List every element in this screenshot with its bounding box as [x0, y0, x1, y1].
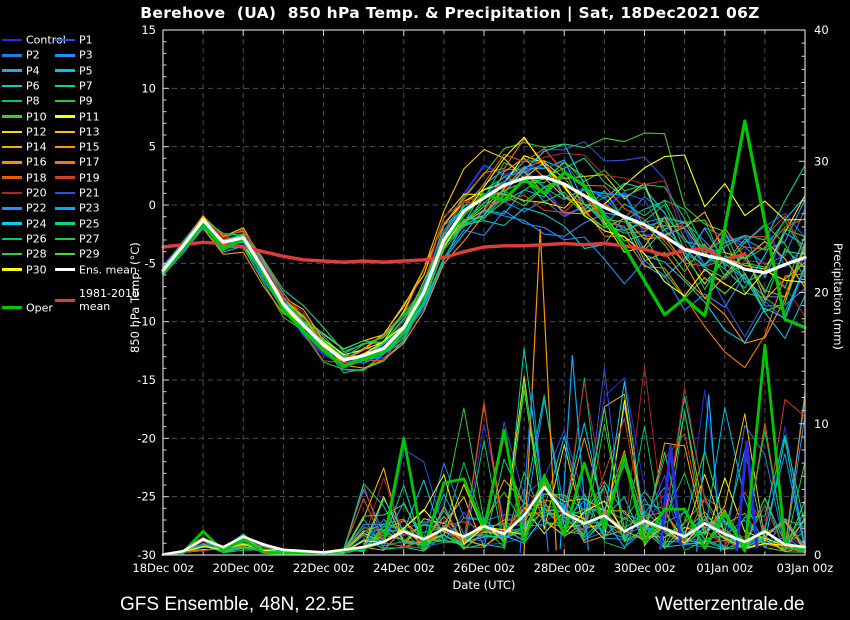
footer-brand: Wetterzentrale.de	[655, 594, 805, 616]
y-left-tick-label: 0	[149, 198, 156, 212]
y-left-tick-label: -20	[137, 431, 156, 445]
x-axis-label: Date (UTC)	[404, 578, 564, 592]
y-right-tick-label: 10	[814, 417, 829, 431]
y-left-tick-label: -30	[137, 548, 156, 562]
y-left-tick-label: -5	[145, 256, 156, 270]
y-left-tick-label: 10	[141, 81, 156, 95]
y-left-tick-label: -25	[137, 490, 156, 504]
footer-model-location: GFS Ensemble, 48N, 22.5E	[120, 594, 354, 616]
y-left-tick-label: 15	[141, 23, 156, 37]
x-tick-label: 18Dec 00z	[132, 561, 193, 575]
y-right-tick-label: 40	[814, 23, 829, 37]
x-tick-label: 22Dec 00z	[293, 561, 354, 575]
y-left-tick-label: 5	[149, 140, 156, 154]
meteogram-page: Berehove (UA) 850 hPa Temp. & Precipitat…	[0, 0, 850, 620]
y-right-tick-label: 20	[814, 286, 829, 300]
y-right-axis-title: Precipitation (mm)	[831, 243, 845, 350]
x-tick-label: 28Dec 00z	[534, 561, 595, 575]
x-tick-label: 26Dec 00z	[453, 561, 514, 575]
x-tick-label: 24Dec 00z	[373, 561, 434, 575]
y-left-axis-title: 850 hPa Temp. (°C)	[128, 242, 142, 353]
y-right-tick-label: 0	[814, 548, 821, 562]
y-left-tick-label: -15	[137, 373, 156, 387]
x-tick-label: 30Dec 00z	[614, 561, 675, 575]
x-tick-label: 01Jan 00z	[696, 561, 753, 575]
x-tick-label: 20Dec 00z	[213, 561, 274, 575]
x-tick-label: 03Jan 00z	[777, 561, 834, 575]
y-right-tick-label: 30	[814, 154, 829, 168]
